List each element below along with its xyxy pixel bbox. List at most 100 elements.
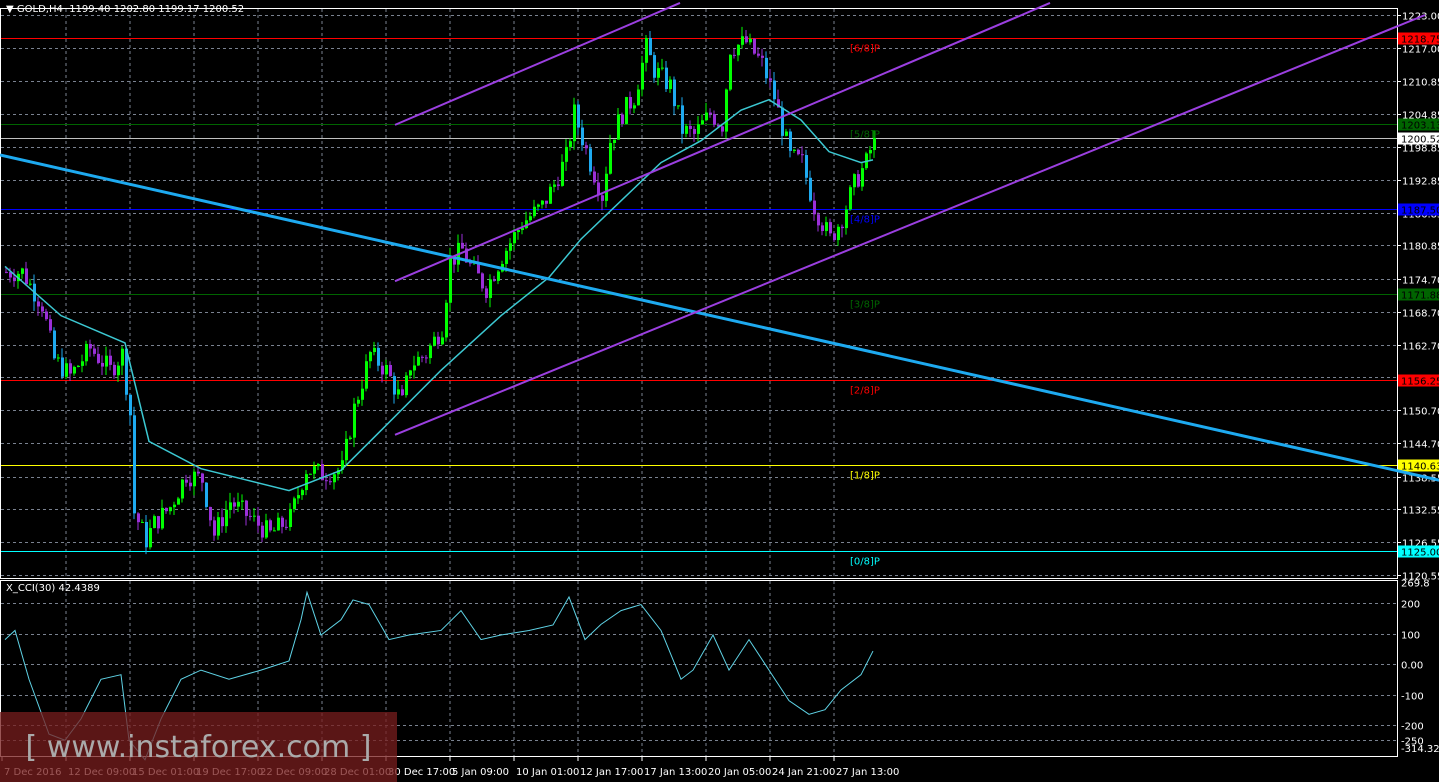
- candle-bearish: [581, 127, 584, 146]
- cci-tick-label: -200: [1401, 722, 1424, 733]
- candle-bearish: [25, 268, 28, 285]
- candle-bullish: [849, 187, 852, 210]
- murrey-level-label: [4/8]P: [850, 215, 880, 226]
- candle-bearish: [61, 357, 64, 377]
- candle-bullish: [749, 38, 752, 43]
- cci-tick-label: 200: [1401, 600, 1420, 611]
- candle-bullish: [845, 209, 848, 229]
- murrey-level-label: [6/8]P: [850, 44, 880, 55]
- candle-bullish: [657, 68, 660, 78]
- candle-bullish: [669, 79, 672, 90]
- candle-bullish: [373, 347, 376, 353]
- candle-bullish: [29, 283, 32, 285]
- price-tick-label: 1168.70: [1402, 309, 1439, 320]
- candle-bullish: [661, 67, 664, 69]
- candle-bullish: [613, 139, 616, 143]
- candle-bullish: [153, 516, 156, 529]
- candle-bullish: [117, 365, 120, 376]
- candle-bearish: [145, 521, 148, 548]
- price-tick-label: 1217.00: [1402, 45, 1439, 56]
- candle-bearish: [421, 356, 424, 358]
- candle-bullish: [81, 361, 84, 366]
- cci-name: X_CCI(30): [6, 583, 56, 594]
- candle-bearish: [801, 154, 804, 156]
- candle-bullish: [417, 356, 420, 366]
- candle-bullish: [573, 104, 576, 142]
- candle-bearish: [389, 364, 392, 377]
- candle-bullish: [365, 361, 368, 389]
- price-level-value: 1156.25: [1401, 377, 1439, 388]
- candle-bullish: [553, 184, 556, 187]
- candle-bearish: [769, 78, 772, 81]
- candle-bullish: [161, 507, 164, 529]
- candle-bullish: [533, 206, 536, 217]
- candle-bearish: [593, 171, 596, 183]
- price-tick-label: 1144.70: [1402, 440, 1439, 451]
- candle-bullish: [277, 517, 280, 531]
- candle-bullish: [433, 336, 436, 346]
- candle-bearish: [257, 515, 260, 526]
- candle-bearish: [585, 145, 588, 149]
- channel-upper-trendline: [394, 2, 681, 126]
- candle-bullish: [265, 520, 268, 538]
- murrey-level-label: [3/8]P: [850, 300, 880, 311]
- candle-bearish: [797, 149, 800, 155]
- cci-tick-label: 269.8: [1401, 579, 1430, 590]
- candle-bullish: [637, 89, 640, 106]
- candle-bearish: [601, 195, 604, 201]
- candle-bearish: [461, 242, 464, 249]
- candle-bullish: [65, 363, 68, 377]
- candle-bearish: [201, 473, 204, 483]
- candle-bullish: [729, 54, 732, 90]
- candle-bullish: [181, 479, 184, 499]
- candle-bearish: [733, 54, 736, 56]
- candle-bearish: [69, 363, 72, 374]
- candle-bearish: [261, 525, 264, 538]
- candle-bearish: [129, 394, 132, 416]
- candle-bullish: [141, 521, 144, 523]
- candle-bullish: [361, 388, 364, 400]
- price-chart[interactable]: 7 Dec 201612 Dec 09:0015 Dec 01:0019 Dec…: [0, 0, 1439, 782]
- price-tick-label: 1162.70: [1402, 342, 1439, 353]
- candle-bullish: [449, 257, 452, 303]
- candle-bullish: [645, 37, 648, 63]
- candle-bullish: [237, 501, 240, 507]
- candle-bullish: [565, 146, 568, 162]
- candle-bullish: [677, 105, 680, 107]
- candle-bearish: [773, 80, 776, 100]
- candle-bullish: [385, 364, 388, 375]
- candle-bearish: [821, 225, 824, 232]
- candle-bearish: [649, 37, 652, 56]
- price-tick-label: 1192.85: [1402, 177, 1439, 188]
- candle-bullish: [509, 243, 512, 251]
- candle-bearish: [101, 362, 104, 367]
- time-label: 24 Jan 21:00: [772, 767, 835, 778]
- candle-bearish: [557, 184, 560, 186]
- candle-bearish: [165, 507, 168, 512]
- price-level-value: 1218.75: [1401, 35, 1439, 46]
- candle-bearish: [681, 105, 684, 134]
- candle-bearish: [833, 233, 836, 241]
- candle-bearish: [49, 319, 52, 331]
- symbol-label: GOLD,H4: [16, 4, 63, 15]
- candle-bearish: [269, 520, 272, 531]
- candle-bullish: [853, 174, 856, 188]
- candle-bullish: [561, 161, 564, 186]
- candle-bearish: [577, 104, 580, 128]
- candle-bearish: [713, 114, 716, 125]
- instaforex-watermark: [ www.instaforex.com ]: [0, 712, 397, 782]
- time-label: 10 Jan 01:00: [516, 767, 579, 778]
- candle-bearish: [45, 311, 48, 320]
- candle-bullish: [605, 173, 608, 201]
- candle-bearish: [745, 36, 748, 43]
- candle-bullish: [229, 502, 232, 510]
- time-label: 17 Jan 13:00: [644, 767, 707, 778]
- candle-bullish: [837, 226, 840, 241]
- time-label: 20 Jan 05:00: [708, 767, 771, 778]
- candle-bearish: [781, 107, 784, 136]
- candle-bullish: [121, 348, 124, 366]
- candle-bearish: [629, 97, 632, 109]
- candle-bullish: [217, 517, 220, 536]
- candle-bullish: [633, 105, 636, 109]
- channel-middle-trendline: [394, 2, 1051, 283]
